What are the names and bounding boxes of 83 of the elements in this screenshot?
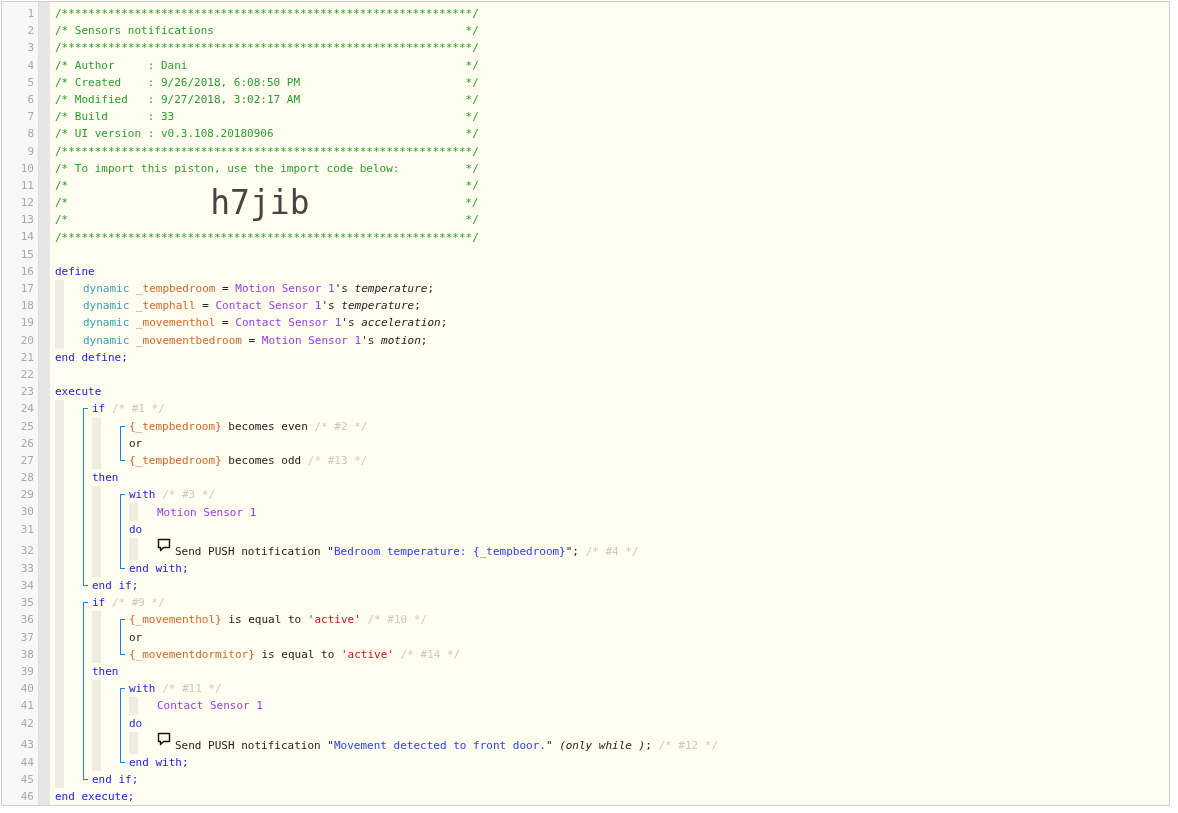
line-number: 22 — [19, 366, 35, 383]
line-number: 5 — [26, 74, 35, 91]
code-line: dynamic _tempbedroom = Motion Sensor 1's temperature; — [83, 282, 435, 296]
code-line: do — [129, 522, 143, 536]
line-number: 36 — [19, 612, 35, 629]
line-number: 28 — [19, 470, 35, 487]
code-line: Contact Sensor 1 — [157, 699, 263, 713]
line-number: 26 — [19, 435, 35, 452]
code-line: end if; — [92, 772, 139, 786]
line-number: 34 — [19, 578, 35, 594]
line-number: 43 — [19, 736, 35, 753]
line-number: 39 — [19, 663, 35, 680]
block-bracket — [120, 425, 125, 462]
code-line: */ — [465, 196, 479, 210]
code-line: then — [92, 665, 119, 679]
code-line: /**************************************************************/ — [55, 7, 479, 21]
code-line: then — [92, 471, 119, 485]
line-number: 33 — [19, 560, 35, 577]
line-number: 45 — [19, 771, 35, 788]
speech-bubble-icon — [157, 537, 171, 552]
code-line: dynamic _movementhol = Contact Sensor 1's acceleration; — [83, 316, 448, 330]
code-line: end define; — [55, 350, 128, 364]
speech-bubble-icon — [157, 731, 171, 746]
code-line: execute — [55, 385, 102, 399]
line-number: 40 — [19, 681, 35, 698]
line-number: 23 — [19, 384, 35, 401]
code-line: /* Build : 33 */ — [55, 110, 479, 124]
line-number: 1 — [26, 6, 35, 22]
code-line: do — [129, 716, 143, 730]
line-number: 2 — [26, 23, 35, 40]
line-number: 19 — [19, 315, 35, 332]
line-number: 14 — [19, 229, 35, 246]
line-number: 9 — [26, 143, 35, 160]
line-number: 16 — [19, 263, 35, 280]
line-number: 41 — [19, 698, 35, 715]
code-line: end execute; — [55, 790, 135, 804]
line-number: 7 — [26, 109, 35, 126]
line-number: 13 — [19, 212, 35, 229]
code-line: end with; — [129, 561, 189, 575]
line-number: 25 — [19, 418, 35, 435]
line-number: 15 — [19, 246, 35, 263]
code-line: /**************************************************************/ — [55, 230, 479, 244]
line-number: 37 — [19, 629, 35, 646]
line-number: 44 — [19, 754, 35, 771]
line-number: 20 — [19, 332, 35, 349]
line-number: 18 — [19, 298, 35, 315]
code-line: end with; — [129, 755, 189, 769]
line-number: 3 — [26, 40, 35, 57]
code-line: or — [129, 436, 143, 450]
code-line: /* Created : 9/26/2018, 6:08:50 PM */ — [55, 75, 479, 89]
code-line: /**************************************************************/ — [55, 144, 479, 158]
code-line: /* UI version : v0.3.108.20180906 */ — [55, 127, 479, 141]
line-number: 6 — [26, 91, 35, 108]
code-line: define — [55, 264, 95, 278]
line-number: 29 — [19, 487, 35, 504]
line-number: 35 — [19, 595, 35, 612]
line-number: 31 — [19, 521, 35, 538]
code-line: dynamic _temphall = Contact Sensor 1's temperature; — [83, 299, 421, 313]
line-number: 38 — [19, 646, 35, 663]
code-line: dynamic _movementbedroom = Motion Sensor 1's motion; — [83, 333, 428, 347]
line-number: 12 — [19, 195, 35, 212]
code-line: /* To import this piston, use the import code below: */ — [55, 161, 479, 175]
code-line: /* Sensors notifications */ — [55, 24, 479, 38]
code-line: or — [129, 630, 143, 644]
line-number: 4 — [26, 57, 35, 74]
line-number: 24 — [19, 401, 35, 418]
code-line: /**************************************************************/ — [55, 41, 479, 55]
code-line: /* Modified : 9/27/2018, 3:02:17 AM */ — [55, 93, 479, 107]
line-number: 21 — [19, 349, 35, 366]
line-number: 42 — [19, 715, 35, 732]
block-bracket — [120, 619, 125, 655]
code-line: /* Author : Dani */ — [55, 58, 479, 72]
line-number: 46 — [19, 789, 35, 805]
line-number: 27 — [19, 452, 35, 469]
line-number: 8 — [26, 126, 35, 143]
code-line: /* — [55, 196, 69, 210]
code-line: Motion Sensor 1 — [157, 505, 257, 519]
line-number: 30 — [19, 504, 35, 521]
line-number: 11 — [19, 177, 35, 194]
code-line: end if; — [92, 579, 139, 593]
line-number: 32 — [19, 542, 35, 559]
line-number: 17 — [19, 281, 35, 297]
line-number: 10 — [19, 160, 35, 177]
